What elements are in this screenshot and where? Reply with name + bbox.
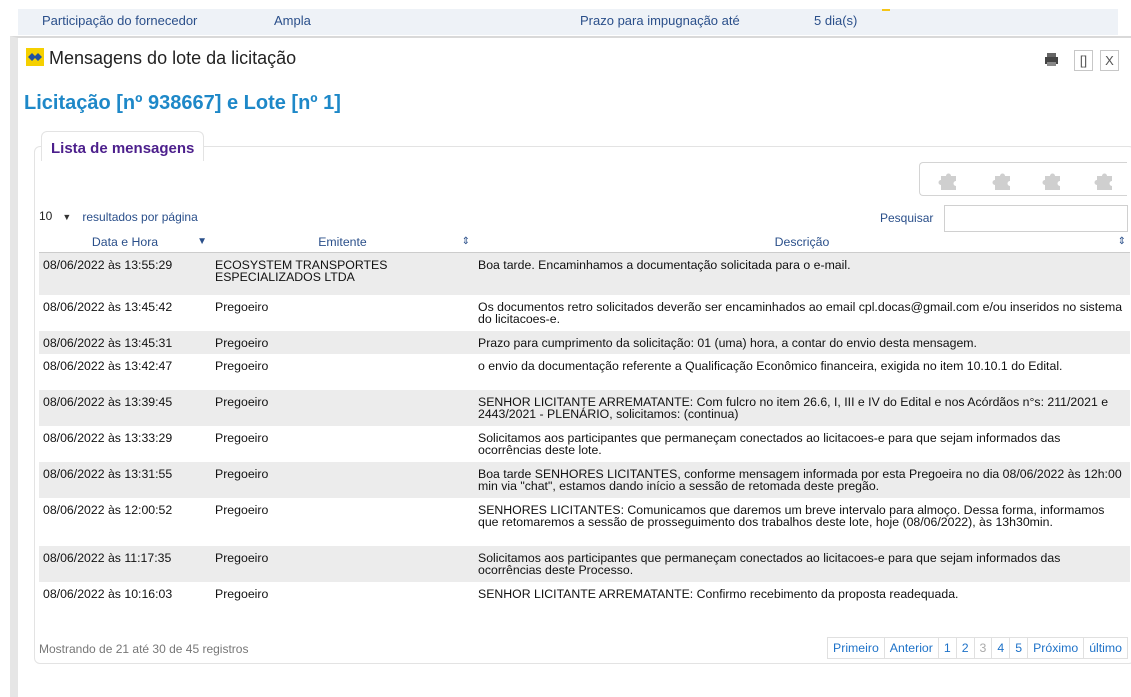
pagination-next[interactable]: Próximo	[1028, 638, 1085, 658]
cell-emitter: Pregoeiro	[211, 462, 474, 498]
bg-value-participation: Ampla	[274, 13, 311, 28]
messages-modal: Mensagens do lote da licitação [] X Lici…	[10, 36, 1131, 697]
column-header-emitter[interactable]: Emitente ⇕	[211, 233, 474, 253]
page-length-control: 10 ▼ resultados por página	[39, 209, 198, 227]
table-header-row: Data e Hora ▼ Emitente ⇕ Descrição ⇕	[39, 233, 1130, 253]
bg-label-participation: Participação do fornecedor	[42, 13, 198, 28]
column-header-description[interactable]: Descrição ⇕	[474, 233, 1130, 253]
cell-description: Prazo para cumprimento da solicitação: 0…	[474, 331, 1130, 354]
pagination-previous[interactable]: Anterior	[885, 638, 939, 658]
print-icon	[1045, 53, 1058, 66]
banco-do-brasil-logo-icon	[26, 48, 44, 66]
pagination-first[interactable]: Primeiro	[828, 638, 885, 658]
cell-description: Solicitamos aos participantes que perman…	[474, 426, 1130, 462]
cell-description: SENHOR LICITANTE ARREMATANTE: Com fulcro…	[474, 390, 1130, 426]
cell-emitter: Pregoeiro	[211, 331, 474, 354]
background-info-row: Participação do fornecedor Ampla Prazo p…	[18, 9, 1118, 35]
maximize-button[interactable]: []	[1074, 50, 1093, 71]
pagination-page-1[interactable]: 1	[939, 638, 957, 658]
background-page: Participação do fornecedor Ampla Prazo p…	[0, 0, 1131, 35]
table-row: 08/06/2022 às 13:45:42 Pregoeiro Os docume…	[39, 295, 1130, 331]
table-row: 08/06/2022 às 10:16:03 Pregoeiro SENHOR LI…	[39, 582, 1130, 605]
cell-datetime: 08/06/2022 às 11:17:35	[39, 546, 211, 582]
tab-message-list[interactable]: Lista de mensagens	[41, 131, 205, 161]
cell-description: SENHOR LICITANTE ARREMATANTE: Confirmo r…	[474, 582, 1130, 605]
table-row: 08/06/2022 às 13:45:31 Pregoeiro Prazo par…	[39, 331, 1130, 354]
export-toolbar	[919, 162, 1127, 196]
modal-header: Mensagens do lote da licitação [] X	[18, 38, 1131, 80]
messages-table: Data e Hora ▼ Emitente ⇕ Descrição ⇕ 08/06/…	[39, 233, 1130, 605]
page-title: Licitação [nº 938667] e Lote [nº 1]	[24, 92, 341, 114]
table-info: Mostrando de 21 até 30 de 45 registros	[39, 642, 249, 656]
close-button[interactable]: X	[1100, 50, 1119, 71]
cell-emitter: Pregoeiro	[211, 426, 474, 462]
cell-datetime: 08/06/2022 às 12:00:52	[39, 498, 211, 546]
cell-datetime: 08/06/2022 às 13:42:47	[39, 354, 211, 390]
pagination-page-5[interactable]: 5	[1010, 638, 1029, 658]
puzzle-icon[interactable]	[1042, 169, 1064, 191]
puzzle-icon[interactable]	[938, 169, 960, 191]
cell-emitter: ECOSYSTEM TRANSPORTES ESPECIALIZADOS LTD…	[211, 252, 474, 295]
cell-emitter: Pregoeiro	[211, 582, 474, 605]
cell-datetime: 08/06/2022 às 13:45:31	[39, 331, 211, 354]
cell-datetime: 08/06/2022 às 10:16:03	[39, 582, 211, 605]
search-input[interactable]	[944, 205, 1128, 232]
sort-desc-icon: ▼	[197, 236, 207, 247]
cell-description: Solicitamos aos participantes que perman…	[474, 546, 1130, 582]
cell-emitter: Pregoeiro	[211, 295, 474, 331]
bg-accent-mark	[882, 9, 890, 11]
puzzle-icon[interactable]	[992, 169, 1014, 191]
bg-label-deadline: Prazo para impugnação até	[580, 13, 740, 28]
table-row: 08/06/2022 às 11:17:35 Pregoeiro Solicitam…	[39, 546, 1130, 582]
print-button[interactable]	[1042, 50, 1061, 71]
cell-emitter: Pregoeiro	[211, 390, 474, 426]
pagination-last[interactable]: último	[1084, 638, 1127, 658]
pagination-page-2[interactable]: 2	[957, 638, 975, 658]
page-length-select[interactable]: 10 ▼	[39, 209, 79, 227]
table-row: 08/06/2022 às 13:55:29 ECOSYSTEM TRANSPOR…	[39, 252, 1130, 295]
cell-datetime: 08/06/2022 às 13:39:45	[39, 390, 211, 426]
table-row: 08/06/2022 às 12:00:52 Pregoeiro SENHORES …	[39, 498, 1130, 546]
cell-datetime: 08/06/2022 às 13:55:29	[39, 252, 211, 295]
cell-emitter: Pregoeiro	[211, 498, 474, 546]
table-row: 08/06/2022 às 13:39:45 Pregoeiro SENHOR LI…	[39, 390, 1130, 426]
messages-panel: Lista de mensagens 10 ▼ resultados por pá…	[34, 131, 1131, 664]
table-row: 08/06/2022 às 13:31:55 Pregoeiro Boa tarde…	[39, 462, 1130, 498]
column-header-datetime[interactable]: Data e Hora ▼	[39, 233, 211, 253]
cell-description: Boa tarde SENHORES LICITANTES, conforme …	[474, 462, 1130, 498]
cell-description: SENHORES LICITANTES: Comunicamos que dar…	[474, 498, 1130, 546]
puzzle-icon[interactable]	[1094, 169, 1116, 191]
cell-datetime: 08/06/2022 às 13:31:55	[39, 462, 211, 498]
pagination: Primeiro Anterior 1 2 3 4 5 Próximo últi…	[827, 637, 1128, 659]
pagination-page-4[interactable]: 4	[992, 638, 1011, 658]
bg-value-deadline: 5 dia(s)	[814, 13, 858, 28]
messages-table-body: 08/06/2022 às 13:55:29 ECOSYSTEM TRANSPOR…	[39, 252, 1130, 605]
cell-datetime: 08/06/2022 às 13:45:42	[39, 295, 211, 331]
chevron-down-icon: ▼	[62, 212, 72, 222]
cell-description: o envio da documentação referente a Qual…	[474, 354, 1130, 390]
pagination-page-3: 3	[975, 638, 993, 658]
cell-description: Boa tarde. Encaminhamos a documentação s…	[474, 252, 1130, 295]
modal-title: Mensagens do lote da licitação	[49, 48, 297, 68]
table-row: 08/06/2022 às 13:33:29 Pregoeiro Solicitam…	[39, 426, 1130, 462]
search-label: Pesquisar	[880, 211, 934, 225]
sort-both-icon: ⇕	[1117, 236, 1126, 247]
sort-both-icon: ⇕	[461, 236, 470, 247]
cell-emitter: Pregoeiro	[211, 354, 474, 390]
cell-emitter: Pregoeiro	[211, 546, 474, 582]
cell-datetime: 08/06/2022 às 13:33:29	[39, 426, 211, 462]
table-row: 08/06/2022 às 13:42:47 Pregoeiro o envio d…	[39, 354, 1130, 390]
cell-description: Os documentos retro solicitados deverão …	[474, 295, 1130, 331]
page-length-label: resultados por página	[82, 210, 198, 225]
